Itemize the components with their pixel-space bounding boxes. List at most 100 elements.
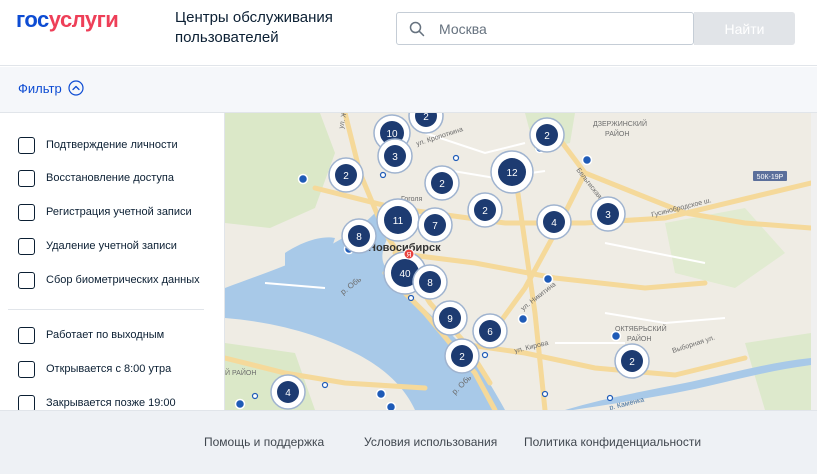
checkbox[interactable] [18, 326, 35, 344]
district-label: РАЙОН [627, 334, 651, 343]
service-point-small[interactable] [452, 154, 460, 162]
cluster-marker[interactable]: 6 [472, 313, 508, 349]
cluster-marker[interactable]: 4 [270, 374, 306, 410]
cluster-count: 2 [482, 206, 488, 217]
cluster-count: 11 [393, 216, 404, 227]
cluster-count: 2 [459, 352, 465, 363]
cluster-count: 4 [551, 218, 557, 229]
service-point-small[interactable] [481, 351, 489, 359]
cluster-marker[interactable]: 2 [467, 192, 503, 228]
map-canvas[interactable]: ДЗЕРЖИНСКИЙ РАЙОН ОКТЯБРЬСКИЙ РАЙОН Й РА… [225, 113, 811, 410]
cluster-marker[interactable]: 2 [529, 117, 565, 153]
search-input[interactable] [439, 13, 689, 44]
service-point[interactable] [297, 173, 309, 185]
filter-option-registration[interactable]: Регистрация учетной записи [18, 202, 192, 222]
service-point[interactable] [375, 388, 387, 400]
cluster-count: 7 [432, 221, 438, 232]
cluster-count: 3 [392, 152, 398, 163]
footer: Помощь и поддержка Условия использования… [0, 410, 817, 474]
checkbox[interactable] [18, 136, 35, 154]
logo-part-gos: гос [16, 7, 49, 32]
filter-option-label: Подтверждение личности [46, 139, 178, 151]
chevron-up-icon [68, 80, 84, 96]
yandex-badge-label: Я [406, 252, 411, 259]
cluster-count: 2 [544, 131, 550, 142]
service-point[interactable] [517, 313, 529, 325]
checkbox[interactable] [18, 394, 35, 410]
cluster-count: 2 [629, 357, 635, 368]
district-label: ОКТЯБРЬСКИЙ [615, 324, 667, 333]
service-point-small[interactable] [251, 392, 259, 400]
cluster-marker[interactable]: 3 [590, 196, 626, 232]
checkbox[interactable] [18, 203, 35, 221]
filter-sidebar: Подтверждение личности Восстановление до… [0, 113, 225, 410]
highway-badge-label: 50К-19Р [757, 174, 784, 181]
cluster-marker[interactable]: 2 [614, 343, 650, 379]
service-point[interactable] [234, 398, 246, 410]
search-button[interactable]: Найти [694, 12, 795, 45]
checkbox[interactable] [18, 169, 35, 187]
filter-label: Фильтр [18, 80, 62, 96]
filter-option-label: Работает по выходным [46, 329, 165, 341]
cluster-marker[interactable]: 11 [376, 198, 420, 242]
search-box[interactable] [396, 12, 694, 45]
scrollbar[interactable] [811, 113, 817, 410]
cluster-marker[interactable]: 2 [424, 165, 460, 201]
cluster-count: 6 [487, 327, 493, 338]
service-point-small[interactable] [541, 390, 549, 398]
service-point-small[interactable] [606, 394, 614, 402]
filter-option-opens-8am[interactable]: Открывается с 8:00 утра [18, 359, 171, 379]
filter-option-label: Открывается с 8:00 утра [46, 363, 172, 375]
filter-toggle[interactable]: Фильтр [18, 80, 84, 96]
cluster-count: 8 [356, 232, 362, 243]
cluster-count: 12 [506, 168, 518, 179]
service-point-small[interactable] [321, 381, 329, 389]
checkbox[interactable] [18, 237, 35, 255]
district-label: Й РАЙОН [225, 368, 256, 377]
cluster-marker[interactable]: 4 [536, 204, 572, 240]
footer-link-terms[interactable]: Условия использования [364, 435, 497, 449]
service-point-small[interactable] [379, 171, 387, 179]
cluster-marker[interactable]: 8 [341, 218, 377, 254]
filter-option-restore-access[interactable]: Восстановление доступа [18, 168, 174, 188]
service-point[interactable] [581, 154, 593, 166]
cluster-marker[interactable]: 9 [432, 300, 468, 336]
service-point-small[interactable] [407, 294, 415, 302]
filter-option-weekends[interactable]: Работает по выходным [18, 325, 164, 345]
filter-option-biometrics[interactable]: Сбор биометрических данных [18, 270, 200, 290]
search-icon [409, 21, 425, 37]
cluster-count: 2 [439, 179, 445, 190]
district-label: РАЙОН [605, 129, 629, 138]
header: госуслуги Центры обслуживания пользовате… [0, 0, 817, 66]
cluster-marker[interactable]: 8 [412, 264, 448, 300]
cluster-marker[interactable]: 12 [490, 150, 534, 194]
cluster-count: 2 [423, 113, 429, 123]
filter-option-label: Закрывается позже 19:00 [46, 397, 176, 409]
checkbox[interactable] [18, 360, 35, 378]
map[interactable]: ДЗЕРЖИНСКИЙ РАЙОН ОКТЯБРЬСКИЙ РАЙОН Й РА… [225, 113, 811, 410]
gosuslugi-logo[interactable]: госуслуги [16, 7, 119, 33]
filter-option-identity[interactable]: Подтверждение личности [18, 135, 178, 155]
logo-part-uslugi: услуги [48, 7, 119, 32]
service-point[interactable] [542, 273, 554, 285]
cluster-count: 3 [605, 210, 611, 221]
filter-option-delete-account[interactable]: Удаление учетной записи [18, 236, 177, 256]
cluster-marker[interactable]: 2 [444, 338, 480, 374]
filter-bar: Фильтр [0, 67, 817, 113]
filter-option-closes-after-19[interactable]: Закрывается позже 19:00 [18, 393, 176, 410]
service-point[interactable] [385, 401, 397, 411]
checkbox[interactable] [18, 271, 35, 289]
cluster-marker[interactable]: 3 [377, 138, 413, 174]
cluster-marker[interactable]: 2 [328, 157, 364, 193]
footer-link-privacy[interactable]: Политика конфиденциальности [524, 435, 701, 449]
district-label: ДЗЕРЖИНСКИЙ [593, 119, 647, 128]
cluster-count: 40 [399, 269, 411, 280]
cluster-count: 2 [343, 171, 349, 182]
cluster-count: 4 [285, 388, 291, 399]
cluster-count: 8 [427, 278, 433, 289]
service-point[interactable] [610, 330, 622, 342]
footer-link-help[interactable]: Помощь и поддержка [204, 435, 324, 449]
filter-option-label: Сбор биометрических данных [46, 274, 200, 286]
filter-option-label: Удаление учетной записи [46, 240, 177, 252]
cluster-marker[interactable]: 7 [417, 207, 453, 243]
